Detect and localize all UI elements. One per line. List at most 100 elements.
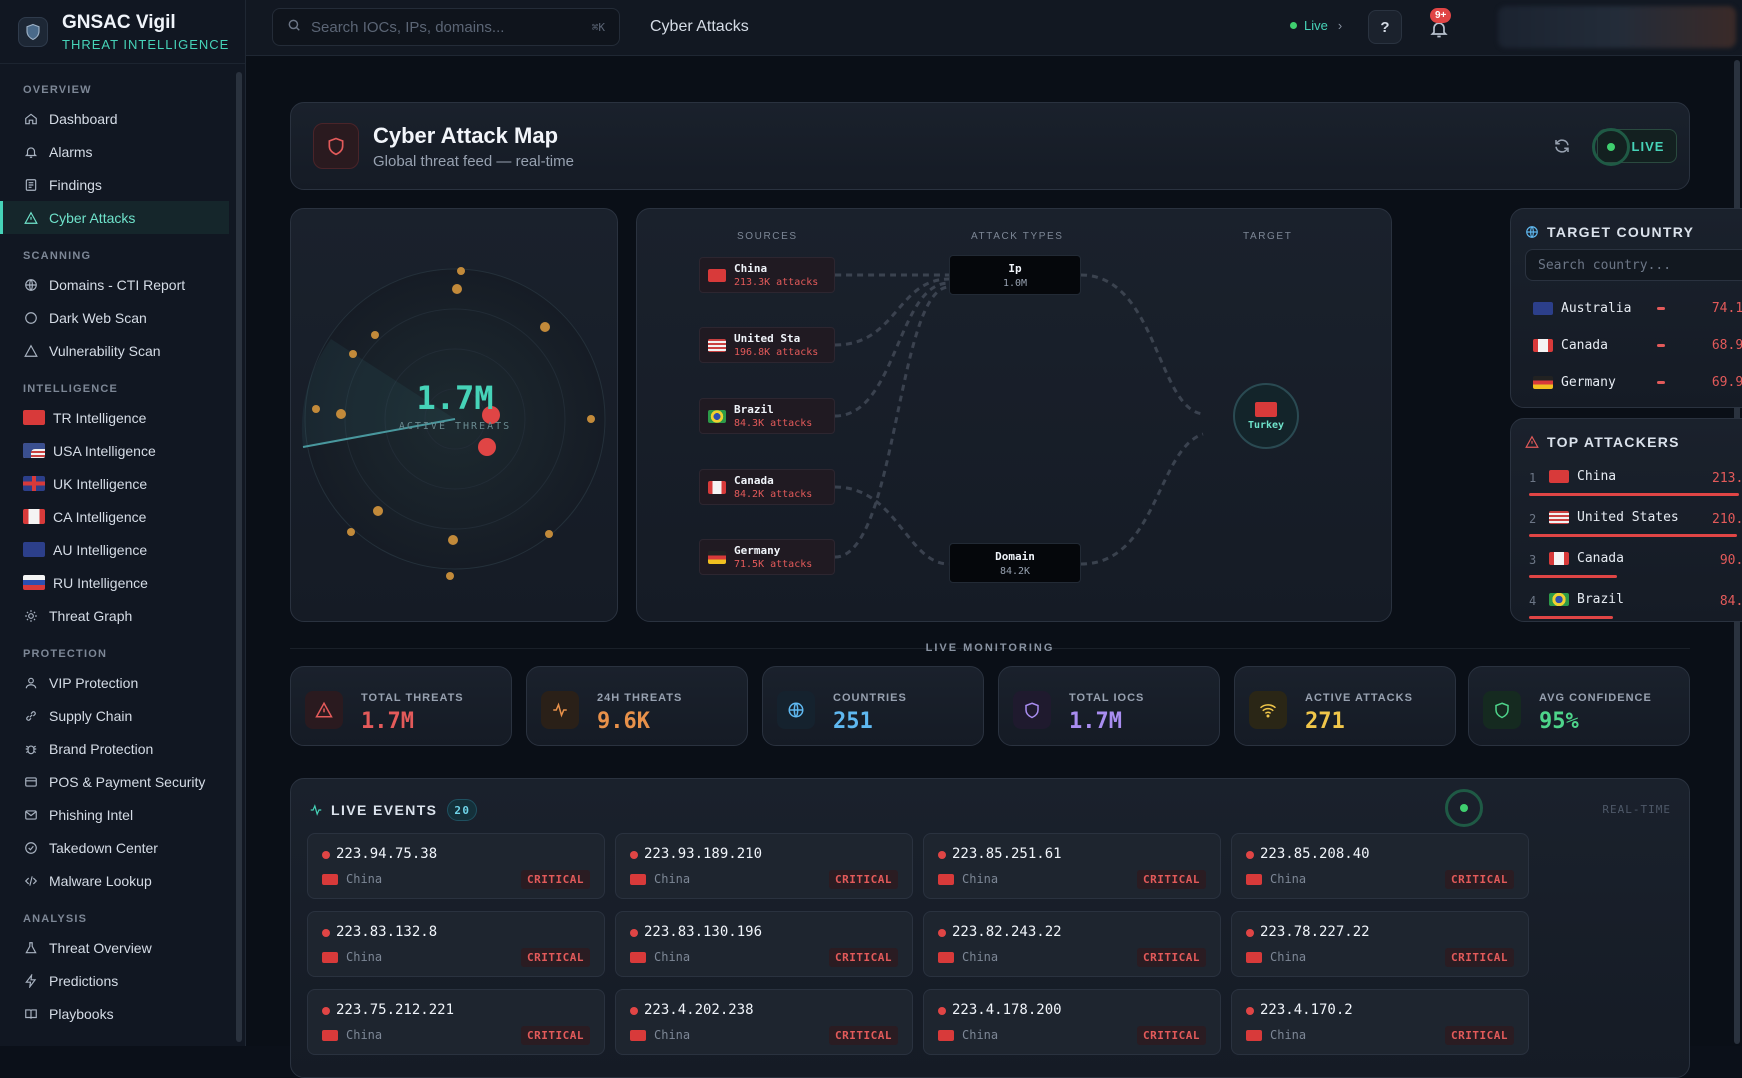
event-ip: 223.93.189.210 [644,846,763,862]
attacker-row-china[interactable]: 1 China 213.3K [1525,461,1742,501]
stat-label: ACTIVE ATTACKS [1305,692,1413,704]
sidebar: GNSAC Vigil THREAT INTELLIGENCE OVERVIEW… [0,0,246,1046]
event-card[interactable]: 223.83.130.196 China CRITICAL [615,911,913,977]
sidebar-item-cyber-attacks[interactable]: Cyber Attacks [0,201,229,234]
sidebar-item-au-intelligence[interactable]: AU Intelligence [0,533,229,566]
sidebar-item-tr-intelligence[interactable]: TR Intelligence [0,401,229,434]
country-search-input[interactable] [1525,249,1742,281]
event-severity-badge: CRITICAL [829,948,898,967]
country-bar [1657,343,1665,347]
attack-type-ip[interactable]: Ip 1.0M [949,255,1081,295]
china-flag-icon [322,873,338,885]
brand[interactable]: GNSAC Vigil THREAT INTELLIGENCE [0,0,245,64]
live-button[interactable]: LIVE [1592,128,1677,166]
app-subtitle: THREAT INTELLIGENCE [62,36,230,52]
severity-dot-icon [630,929,638,937]
severity-dot-icon [1246,851,1254,859]
source-canada[interactable]: Canada 84.2K attacks [699,469,835,505]
attacker-row-brazil[interactable]: 4 Brazil 84.3K [1525,584,1742,621]
sidebar-item-pos-payment[interactable]: POS & Payment Security [0,765,229,798]
sidebar-item-brand-protection[interactable]: Brand Protection [0,732,229,765]
source-germany[interactable]: Germany 71.5K attacks [699,539,835,575]
event-card[interactable]: 223.4.202.238 China CRITICAL [615,989,913,1055]
turkey-flag-icon [23,410,45,425]
event-card[interactable]: 223.4.170.2 China CRITICAL [1231,989,1529,1055]
source-china[interactable]: China 213.3K attacks [699,257,835,293]
search-box[interactable]: ⌘K [272,8,620,46]
sidebar-item-usa-intelligence[interactable]: USA Intelligence [0,434,229,467]
event-card[interactable]: 223.93.189.210 China CRITICAL [615,833,913,899]
attacker-rank: 3 [1529,553,1537,567]
sidebar-item-supply-chain[interactable]: Supply Chain [0,699,229,732]
live-indicator[interactable]: Live › [1290,18,1342,33]
realtime-label: REAL-TIME [1602,803,1671,816]
event-severity-badge: CRITICAL [1445,948,1514,967]
event-severity-badge: CRITICAL [1137,1026,1206,1045]
globe-icon [1526,226,1538,238]
sidebar-item-domains-cti[interactable]: Domains - CTI Report [0,268,229,301]
china-flag-icon [1246,1029,1262,1041]
sidebar-item-dashboard[interactable]: Dashboard [0,102,229,135]
event-card[interactable]: 223.75.212.221 China CRITICAL [307,989,605,1055]
attack-type-domain[interactable]: Domain 84.2K [949,543,1081,583]
stat-total-threats: TOTAL THREATS 1.7M [290,666,512,746]
event-card[interactable]: 223.78.227.22 China CRITICAL [1231,911,1529,977]
sidebar-item-alarms[interactable]: Alarms [0,135,229,168]
attacker-row-united-states[interactable]: 2 United States 210.8K [1525,502,1742,542]
sidebar-item-malware-lookup[interactable]: Malware Lookup [0,864,229,897]
attacker-row-canada[interactable]: 3 Canada 90.2K [1525,543,1742,583]
event-ip: 223.75.212.221 [336,1002,455,1018]
event-country-name: China [962,950,999,964]
sidebar-scrollbar[interactable] [236,72,242,1042]
sidebar-item-ru-intelligence[interactable]: RU Intelligence [0,566,229,599]
country-row-canada[interactable]: Canada 68.9K [1525,328,1742,362]
help-button[interactable]: ? [1368,10,1402,44]
source-united-states[interactable]: United Sta 196.8K attacks [699,327,835,363]
uk-flag-icon [23,476,45,491]
country-value: 69.9K [1711,374,1742,390]
stat-value: 271 [1305,709,1345,734]
sidebar-item-phishing-intel[interactable]: Phishing Intel [0,798,229,831]
threat-radar: 1.7M ACTIVE THREATS [290,208,618,622]
event-card[interactable]: 223.83.132.8 China CRITICAL [307,911,605,977]
target-node[interactable]: Turkey [1233,383,1299,449]
source-count: 71.5K attacks [734,559,813,570]
event-card[interactable]: 223.94.75.38 China CRITICAL [307,833,605,899]
wifi-icon [1249,691,1287,729]
sidebar-item-playbooks[interactable]: Playbooks [0,997,229,1030]
sidebar-item-threat-overview[interactable]: Threat Overview [0,931,229,964]
sidebar-item-findings[interactable]: Findings [0,168,229,201]
sidebar-item-label: Alarms [49,143,93,160]
country-row-germany[interactable]: Germany 69.9K [1525,365,1742,399]
search-input[interactable] [311,18,571,36]
event-card[interactable]: 223.82.243.22 China CRITICAL [923,911,1221,977]
event-card[interactable]: 223.4.178.200 China CRITICAL [923,989,1221,1055]
china-flag-icon [938,1029,954,1041]
sidebar-item-vip-protection[interactable]: VIP Protection [0,666,229,699]
user-menu[interactable] [1498,6,1736,48]
sidebar-item-uk-intelligence[interactable]: UK Intelligence [0,467,229,500]
warning-icon [305,691,343,729]
sidebar-item-ca-intelligence[interactable]: CA Intelligence [0,500,229,533]
source-brazil[interactable]: Brazil 84.3K attacks [699,398,835,434]
australia-flag-icon [1533,301,1553,315]
refresh-icon[interactable] [1553,137,1571,160]
event-country-name: China [346,872,383,886]
country-row-australia[interactable]: Australia 74.1K [1525,291,1742,325]
attacker-bar [1529,616,1613,619]
sidebar-item-takedown-center[interactable]: Takedown Center [0,831,229,864]
event-card[interactable]: 223.85.251.61 China CRITICAL [923,833,1221,899]
country-name: Canada [1561,337,1608,353]
china-flag-icon [1549,470,1569,483]
event-card[interactable]: 223.85.208.40 China CRITICAL [1231,833,1529,899]
sidebar-item-dark-web-scan[interactable]: Dark Web Scan [0,301,229,334]
sidebar-item-label: Dashboard [49,110,118,127]
canada-flag-icon [1549,552,1569,565]
sidebar-item-threat-graph[interactable]: Threat Graph [0,599,229,632]
event-country-name: China [962,872,999,886]
topbar: ⌘K Cyber Attacks Live › ? 9+ [246,0,1742,56]
sidebar-item-vulnerability-scan[interactable]: Vulnerability Scan [0,334,229,367]
sidebar-item-predictions[interactable]: Predictions [0,964,229,997]
sidebar-item-label: Vulnerability Scan [49,342,161,359]
china-flag-icon [322,951,338,963]
